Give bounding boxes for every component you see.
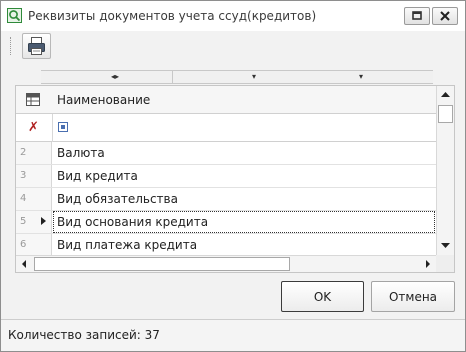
row-number: 6 [20, 239, 27, 250]
print-button[interactable] [22, 33, 51, 59]
grid-panel: ◂▸ ▾ ▾ Наименование ✗ 2 Валюта 3 Вид кре… [7, 65, 458, 275]
cell-name[interactable]: Вид платежа кредита [57, 238, 197, 252]
resize-handle-icon[interactable]: ◂▸ [111, 72, 119, 81]
column-resize-bar[interactable]: ◂▸ ▾ ▾ [41, 70, 433, 84]
row-number: 5 [20, 216, 27, 227]
current-row-arrow-icon [41, 217, 46, 225]
filter-operator-icon[interactable] [58, 122, 68, 132]
row-number: 2 [20, 147, 27, 158]
data-grid[interactable]: Наименование ✗ 2 Валюта 3 Вид кредита 4 … [15, 85, 455, 273]
scroll-down-arrow-icon[interactable] [437, 237, 454, 254]
cancel-button[interactable]: Отмена [371, 281, 455, 312]
ok-button[interactable]: OK [281, 281, 364, 312]
row-number: 4 [20, 193, 27, 204]
column-header-name[interactable]: Наименование [57, 93, 150, 107]
resize-divider[interactable] [172, 71, 173, 83]
grid-header: Наименование [16, 86, 436, 114]
cell-name[interactable]: Валюта [57, 146, 105, 160]
dialog-window: Реквизиты документов учета ссуд(кредитов… [0, 0, 466, 352]
table-row-selected[interactable]: 5 Вид основания кредита [16, 211, 436, 234]
close-button[interactable] [432, 7, 458, 25]
filter-row: ✗ [16, 114, 436, 142]
close-icon [440, 11, 450, 21]
scroll-up-arrow-icon[interactable] [437, 86, 454, 103]
grid-rows: 2 Валюта 3 Вид кредита 4 Вид обязательст… [16, 142, 436, 257]
table-row[interactable]: 2 Валюта [16, 142, 436, 165]
column-marker-icon[interactable]: ▾ [359, 72, 363, 81]
column-marker-icon[interactable]: ▾ [252, 72, 256, 81]
restore-icon [412, 11, 422, 20]
window-title: Реквизиты документов учета ссуд(кредитов… [28, 9, 317, 23]
column-chooser-icon[interactable] [26, 93, 40, 106]
row-number: 3 [20, 170, 27, 181]
vertical-scrollbar[interactable] [436, 86, 454, 255]
toolbar-grip[interactable] [10, 37, 12, 55]
restore-button[interactable] [404, 7, 430, 25]
table-row[interactable]: 6 Вид платежа кредита [16, 234, 436, 257]
title-bar[interactable]: Реквизиты документов учета ссуд(кредитов… [1, 1, 465, 31]
record-count: Количество записей: 37 [8, 328, 160, 342]
scroll-left-arrow-icon[interactable] [16, 256, 33, 272]
cell-name[interactable]: Вид кредита [57, 169, 138, 183]
status-bar: Количество записей: 37 [1, 319, 465, 351]
scroll-corner [436, 255, 454, 272]
cell-name[interactable]: Вид основания кредита [57, 215, 208, 229]
horizontal-scrollbar[interactable] [16, 255, 436, 272]
filter-divider [52, 114, 53, 142]
printer-icon [28, 37, 45, 55]
table-row[interactable]: 3 Вид кредита [16, 165, 436, 188]
horizontal-scroll-thumb[interactable] [34, 257, 290, 271]
scroll-right-arrow-icon[interactable] [419, 256, 436, 272]
vertical-scroll-thumb[interactable] [438, 105, 453, 123]
pin-icon[interactable]: ✗ [28, 120, 39, 135]
toolbar [1, 31, 465, 61]
app-icon [7, 8, 22, 23]
cell-name[interactable]: Вид обязательства [57, 192, 178, 206]
table-row[interactable]: 4 Вид обязательства [16, 188, 436, 211]
